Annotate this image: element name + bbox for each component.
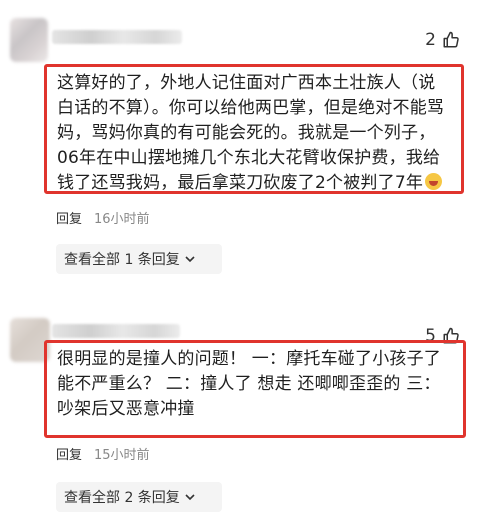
comment-meta: 回复 15小时前 — [56, 444, 150, 463]
view-replies-button[interactable]: 查看全部 2 条回复 — [56, 482, 222, 512]
like-button[interactable]: 2 — [425, 30, 460, 50]
thumbs-up-icon — [443, 31, 459, 48]
avatar[interactable] — [10, 18, 48, 62]
comment-text: 这算好的了，外地人记住面对广西本土壮族人（说白话的不算）。你可以给他两巴掌，但是… — [44, 64, 464, 194]
comment-item: 2 这算好的了，外地人记住面对广西本土壮族人（说白话的不算）。你可以给他两巴掌，… — [0, 0, 500, 290]
comment-text: 很明显的是撞人的问题！ 一：摩托车碰了小孩子了 能不严重么？ 二：撞人了 想走 … — [44, 340, 466, 438]
view-replies-label: 查看全部 1 条回复 — [64, 252, 180, 268]
chevron-down-icon — [185, 256, 195, 263]
view-replies-button[interactable]: 查看全部 1 条回复 — [56, 244, 222, 274]
username-blurred[interactable] — [52, 324, 180, 338]
comment-item: 5 很明显的是撞人的问题！ 一：摩托车碰了小孩子了 能不严重么？ 二：撞人了 想… — [0, 306, 500, 512]
laughing-tears-emoji-icon — [425, 173, 443, 190]
chevron-down-icon — [185, 494, 195, 501]
comment-text-content: 很明显的是撞人的问题！ 一：摩托车碰了小孩子了 能不严重么？ 二：撞人了 想走 … — [57, 349, 442, 419]
comment-meta: 回复 16小时前 — [56, 208, 150, 227]
like-count: 2 — [425, 30, 436, 50]
timestamp: 15小时前 — [94, 448, 150, 463]
username-blurred[interactable] — [52, 30, 182, 44]
view-replies-label: 查看全部 2 条回复 — [64, 490, 180, 506]
comment-text-content: 这算好的了，外地人记住面对广西本土壮族人（说白话的不算）。你可以给他两巴掌，但是… — [57, 73, 445, 193]
timestamp: 16小时前 — [94, 212, 150, 227]
reply-button[interactable]: 回复 — [56, 208, 82, 227]
reply-button[interactable]: 回复 — [56, 444, 82, 463]
